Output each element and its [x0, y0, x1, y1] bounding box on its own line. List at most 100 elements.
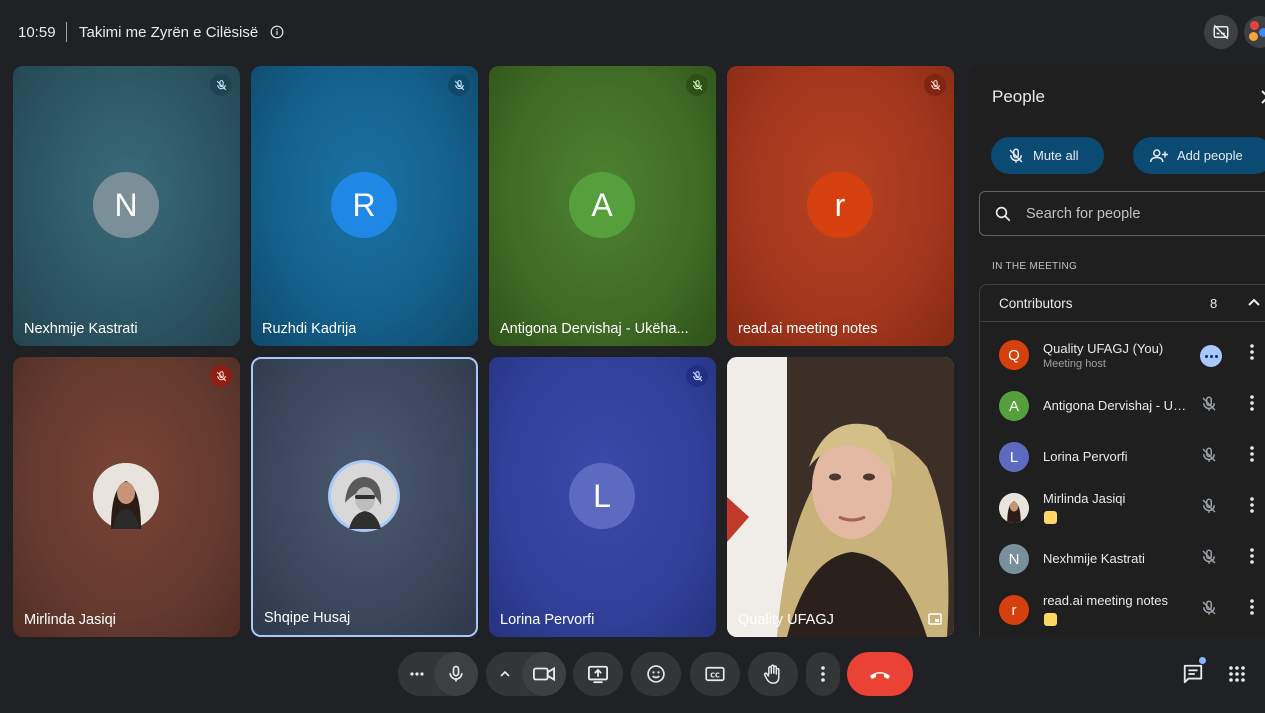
mic-off-icon [454, 79, 464, 90]
captions-button[interactable]: CC [690, 652, 740, 696]
participant-tile[interactable]: R Ruzhdi Kadrija [251, 66, 478, 346]
mic-off-icon [1009, 148, 1023, 163]
more-horiz-icon[interactable] [410, 672, 424, 676]
person-row[interactable]: L Lorina Pervorfi [980, 430, 1265, 480]
participants-avatars-button[interactable] [1244, 16, 1265, 48]
participant-name: Lorina Pervorfi [500, 612, 595, 628]
avatar-dot [1249, 32, 1258, 41]
mic-off-icon[interactable] [1200, 395, 1218, 413]
person-add-icon [1150, 148, 1168, 162]
person-name: Lorina Pervorfi [1043, 449, 1128, 464]
participant-video-tile[interactable]: Quality UFAGJ [727, 357, 954, 637]
avatar: r [807, 172, 873, 238]
leave-call-button[interactable] [847, 652, 913, 696]
search-icon [995, 206, 1011, 221]
participant-tile[interactable]: Mirlinda Jasiqi [13, 357, 240, 637]
add-people-label: Add people [1177, 148, 1243, 163]
mute-all-label: Mute all [1033, 148, 1079, 163]
avatar: N [93, 172, 159, 238]
participant-tile[interactable]: A Antigona Dervishaj - Ukëha... [489, 66, 716, 346]
people-panel: People Mute all Add people IN THE MEETIN… [969, 65, 1265, 637]
panel-title: People [992, 87, 1045, 106]
cc-icon: CC [705, 666, 725, 682]
mic-off-icon[interactable] [1200, 497, 1218, 515]
camera-button[interactable] [522, 652, 566, 696]
top-bar: 10:59 Takimi me Zyrën e Cilësisë [0, 0, 1265, 64]
person-row[interactable]: Mirlinda Jasiqi [980, 481, 1265, 531]
mic-off-icon [216, 79, 226, 90]
participant-tile[interactable]: L Lorina Pervorfi [489, 357, 716, 637]
person-row[interactable]: Q Quality UFAGJ (You) Meeting host [980, 328, 1265, 378]
participant-tile-speaking[interactable]: Shqipe Husaj [251, 357, 478, 637]
search-people-field[interactable] [979, 191, 1265, 236]
avatar: A [569, 172, 635, 238]
raise-hand-button[interactable] [748, 652, 798, 696]
more-vert-icon[interactable] [1250, 446, 1254, 462]
captions-off-button[interactable] [1204, 15, 1238, 49]
person-row[interactable]: r read.ai meeting notes [980, 583, 1265, 633]
mic-off-icon [692, 370, 702, 381]
person-row[interactable]: N Nexhmije Kastrati [980, 532, 1265, 582]
person-name: Antigona Dervishaj - Uk... [1043, 398, 1188, 413]
chevron-up-icon[interactable] [1247, 295, 1261, 309]
audio-controls-group [398, 652, 478, 696]
chevron-up-icon[interactable] [500, 671, 510, 677]
more-vert-icon[interactable] [1250, 599, 1254, 615]
apps-icon [1229, 666, 1245, 682]
contributors-header[interactable]: Contributors 8 [980, 285, 1265, 322]
chat-button[interactable] [1179, 657, 1207, 688]
muted-badge [210, 365, 232, 387]
muted-badge [686, 74, 708, 96]
more-vert-icon[interactable] [1250, 344, 1254, 360]
avatar-photo [93, 463, 159, 529]
avatar: N [999, 544, 1029, 574]
info-icon[interactable] [270, 25, 284, 39]
mic-off-icon[interactable] [1200, 599, 1218, 617]
group-label: Contributors [999, 296, 1073, 311]
mic-off-icon[interactable] [1200, 548, 1218, 566]
mic-off-icon [692, 79, 702, 90]
activities-button[interactable] [1223, 660, 1251, 688]
person-name: Quality UFAGJ (You) [1043, 341, 1164, 356]
mic-button[interactable] [434, 652, 478, 696]
host-controls-button[interactable] [1200, 345, 1222, 367]
notification-dot [1199, 657, 1206, 664]
close-icon[interactable] [1261, 90, 1265, 104]
participant-name: Nexhmije Kastrati [24, 321, 138, 337]
search-input[interactable] [1026, 205, 1226, 222]
avatar: A [999, 391, 1029, 421]
participant-name: Quality UFAGJ [738, 612, 834, 628]
meeting-title: Takimi me Zyrën e Cilësisë [79, 24, 259, 41]
camera-video-feed [727, 357, 954, 637]
mic-off-icon[interactable] [1200, 446, 1218, 464]
participant-tile[interactable]: N Nexhmije Kastrati [13, 66, 240, 346]
present-button[interactable] [573, 652, 623, 696]
picture-in-picture-icon[interactable] [928, 613, 942, 625]
participant-name: read.ai meeting notes [738, 321, 878, 337]
more-vert-icon[interactable] [1250, 395, 1254, 411]
mic-off-icon [216, 370, 226, 381]
emoji-icon [647, 665, 665, 683]
more-options-button[interactable] [806, 652, 840, 696]
participant-name: Antigona Dervishaj - Ukëha... [500, 321, 689, 337]
video-controls-group [486, 652, 566, 696]
more-vert-icon[interactable] [1250, 548, 1254, 564]
person-row[interactable]: A Antigona Dervishaj - Uk... [980, 379, 1265, 429]
divider [66, 22, 67, 42]
avatar: Q [999, 340, 1029, 370]
participant-tile[interactable]: r read.ai meeting notes [727, 66, 954, 346]
avatar: L [569, 463, 635, 529]
mic-icon [449, 665, 463, 682]
person-name: Nexhmije Kastrati [1043, 551, 1145, 566]
avatar-photo [331, 463, 397, 529]
participant-name: Ruzhdi Kadrija [262, 321, 357, 337]
emoji-button[interactable] [631, 652, 681, 696]
avatar-photo [999, 493, 1029, 523]
person-photo-icon [331, 463, 397, 529]
presenting-badge [1044, 511, 1057, 524]
more-vert-icon[interactable] [1250, 497, 1254, 513]
add-people-button[interactable]: Add people [1133, 137, 1265, 174]
person-name: Mirlinda Jasiqi [1043, 491, 1126, 506]
raise-hand-icon [763, 664, 780, 684]
mute-all-button[interactable]: Mute all [991, 137, 1104, 174]
